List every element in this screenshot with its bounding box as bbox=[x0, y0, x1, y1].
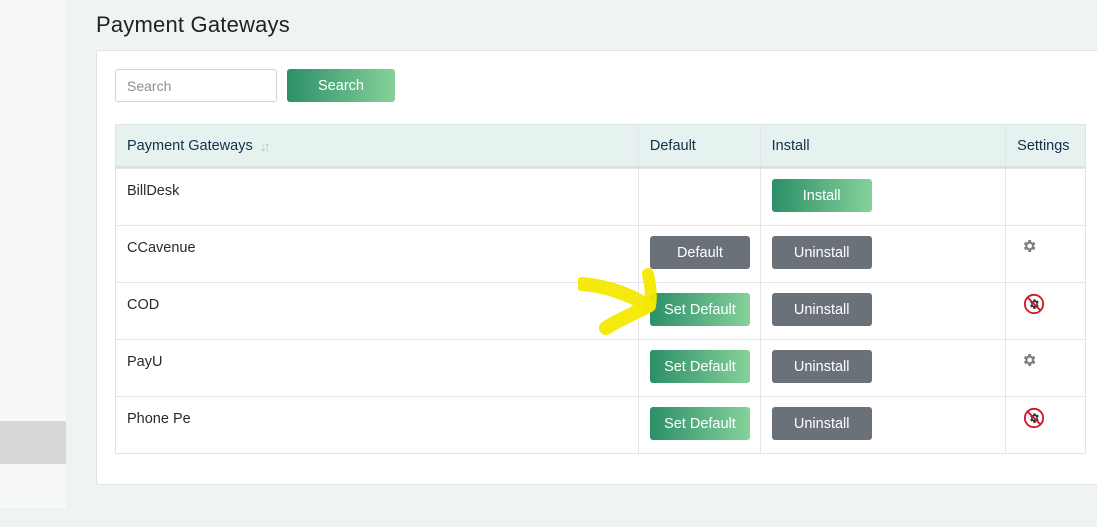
default-cell: Set Default bbox=[637, 283, 760, 339]
install-cell: Uninstall bbox=[759, 340, 1005, 396]
settings-cell bbox=[1005, 340, 1085, 396]
page-title: Payment Gateways bbox=[96, 12, 290, 37]
no-settings-icon bbox=[1024, 407, 1045, 429]
gateway-name: CCavenue bbox=[127, 240, 196, 256]
set-default-button[interactable]: Set Default bbox=[649, 407, 750, 440]
default-cell: Set Default bbox=[637, 397, 760, 453]
install-cell: Uninstall bbox=[759, 226, 1005, 282]
default-button[interactable]: Default bbox=[649, 236, 750, 269]
gateway-name: COD bbox=[127, 297, 160, 313]
table-header: Payment Gateways ↓↑ Default Install Sett… bbox=[116, 125, 1085, 168]
default-cell: Default bbox=[637, 226, 760, 282]
search-button[interactable]: Search bbox=[287, 69, 395, 102]
column-header-gateways-label: Payment Gateways bbox=[127, 137, 253, 154]
search-input[interactable] bbox=[115, 69, 277, 102]
install-button[interactable]: Install bbox=[771, 179, 872, 212]
no-settings-icon bbox=[1024, 293, 1045, 315]
install-cell: Uninstall bbox=[759, 283, 1005, 339]
table-row: BillDesk Install bbox=[116, 168, 1085, 225]
column-header-install: Install bbox=[759, 125, 1006, 166]
set-default-button[interactable]: Set Default bbox=[649, 293, 750, 326]
settings-cell bbox=[1005, 169, 1085, 225]
uninstall-button[interactable]: Uninstall bbox=[771, 293, 872, 326]
gateways-panel: Search Payment Gateways ↓↑ Default Insta… bbox=[96, 50, 1097, 485]
gateway-name: Phone Pe bbox=[127, 411, 191, 427]
table-row: COD Set Default Uninstall bbox=[116, 282, 1085, 339]
settings-cell bbox=[1005, 397, 1085, 453]
uninstall-button[interactable]: Uninstall bbox=[771, 350, 872, 383]
uninstall-button[interactable]: Uninstall bbox=[771, 407, 872, 440]
default-cell: Set Default bbox=[637, 340, 760, 396]
uninstall-button[interactable]: Uninstall bbox=[771, 236, 872, 269]
sidebar-active-item[interactable] bbox=[0, 421, 66, 464]
table-row: CCavenue Default Uninstall bbox=[116, 225, 1085, 282]
settings-cell bbox=[1005, 283, 1085, 339]
column-header-default: Default bbox=[637, 125, 760, 166]
table-row: PayU Set Default Uninstall bbox=[116, 339, 1085, 396]
column-header-gateways[interactable]: Payment Gateways ↓↑ bbox=[116, 125, 638, 166]
set-default-button[interactable]: Set Default bbox=[649, 350, 750, 383]
sort-icon[interactable]: ↓↑ bbox=[260, 138, 271, 154]
column-header-settings: Settings bbox=[1005, 125, 1085, 166]
install-cell: Uninstall bbox=[759, 397, 1005, 453]
gateways-table: Payment Gateways ↓↑ Default Install Sett… bbox=[115, 124, 1086, 454]
gear-icon[interactable] bbox=[1021, 238, 1037, 254]
install-cell: Install bbox=[759, 169, 1005, 225]
default-cell bbox=[637, 169, 760, 225]
table-row: Phone Pe Set Default Uninstall bbox=[116, 396, 1085, 453]
gateway-name: PayU bbox=[127, 354, 163, 370]
settings-cell bbox=[1005, 226, 1085, 282]
gateway-name: BillDesk bbox=[127, 183, 180, 199]
gear-icon[interactable] bbox=[1021, 352, 1037, 368]
